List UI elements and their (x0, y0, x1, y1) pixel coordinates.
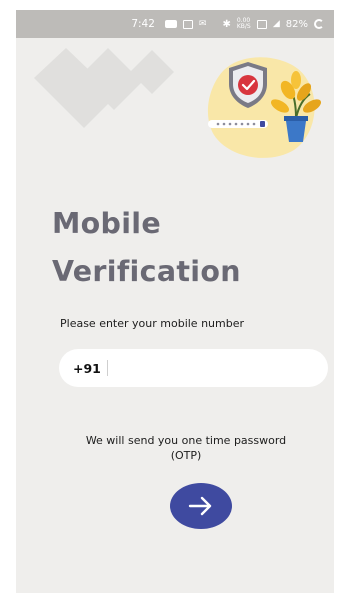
status-bar: 7:42 ✉ ✱ 0.00 KB/S ◢ 82% (16, 10, 334, 38)
otp-info-text: We will send you one time password (OTP) (85, 434, 287, 462)
battery-percent: 82% (285, 18, 308, 30)
title-line-2: Verification (52, 255, 241, 288)
gallery-icon (182, 19, 193, 29)
signal-icon: ◢ (272, 19, 280, 29)
country-code: +91 (73, 360, 101, 376)
brand-logo-icon (34, 48, 174, 128)
phone-prompt-label: Please enter your mobile number (60, 317, 244, 330)
phone-number-field[interactable]: +91 (59, 349, 328, 387)
mail-icon: ✉ (198, 19, 207, 29)
bluetooth-icon: ✱ (222, 18, 231, 30)
battery-icon (314, 19, 324, 29)
network-speed: 0.00 KB/S (236, 17, 251, 30)
status-time: 7:42 (131, 18, 155, 30)
phone-number-input[interactable] (107, 352, 328, 384)
volte-icon (256, 19, 267, 29)
page-title: Mobile Verification (52, 200, 241, 296)
notification-icon (164, 20, 177, 28)
app-screen: 7:42 ✉ ✱ 0.00 KB/S ◢ 82% Mobile Verifica… (16, 10, 334, 593)
security-illustration-icon (207, 57, 322, 158)
title-line-1: Mobile (52, 207, 162, 240)
next-button[interactable] (170, 483, 232, 529)
arrow-right-icon (188, 496, 212, 516)
